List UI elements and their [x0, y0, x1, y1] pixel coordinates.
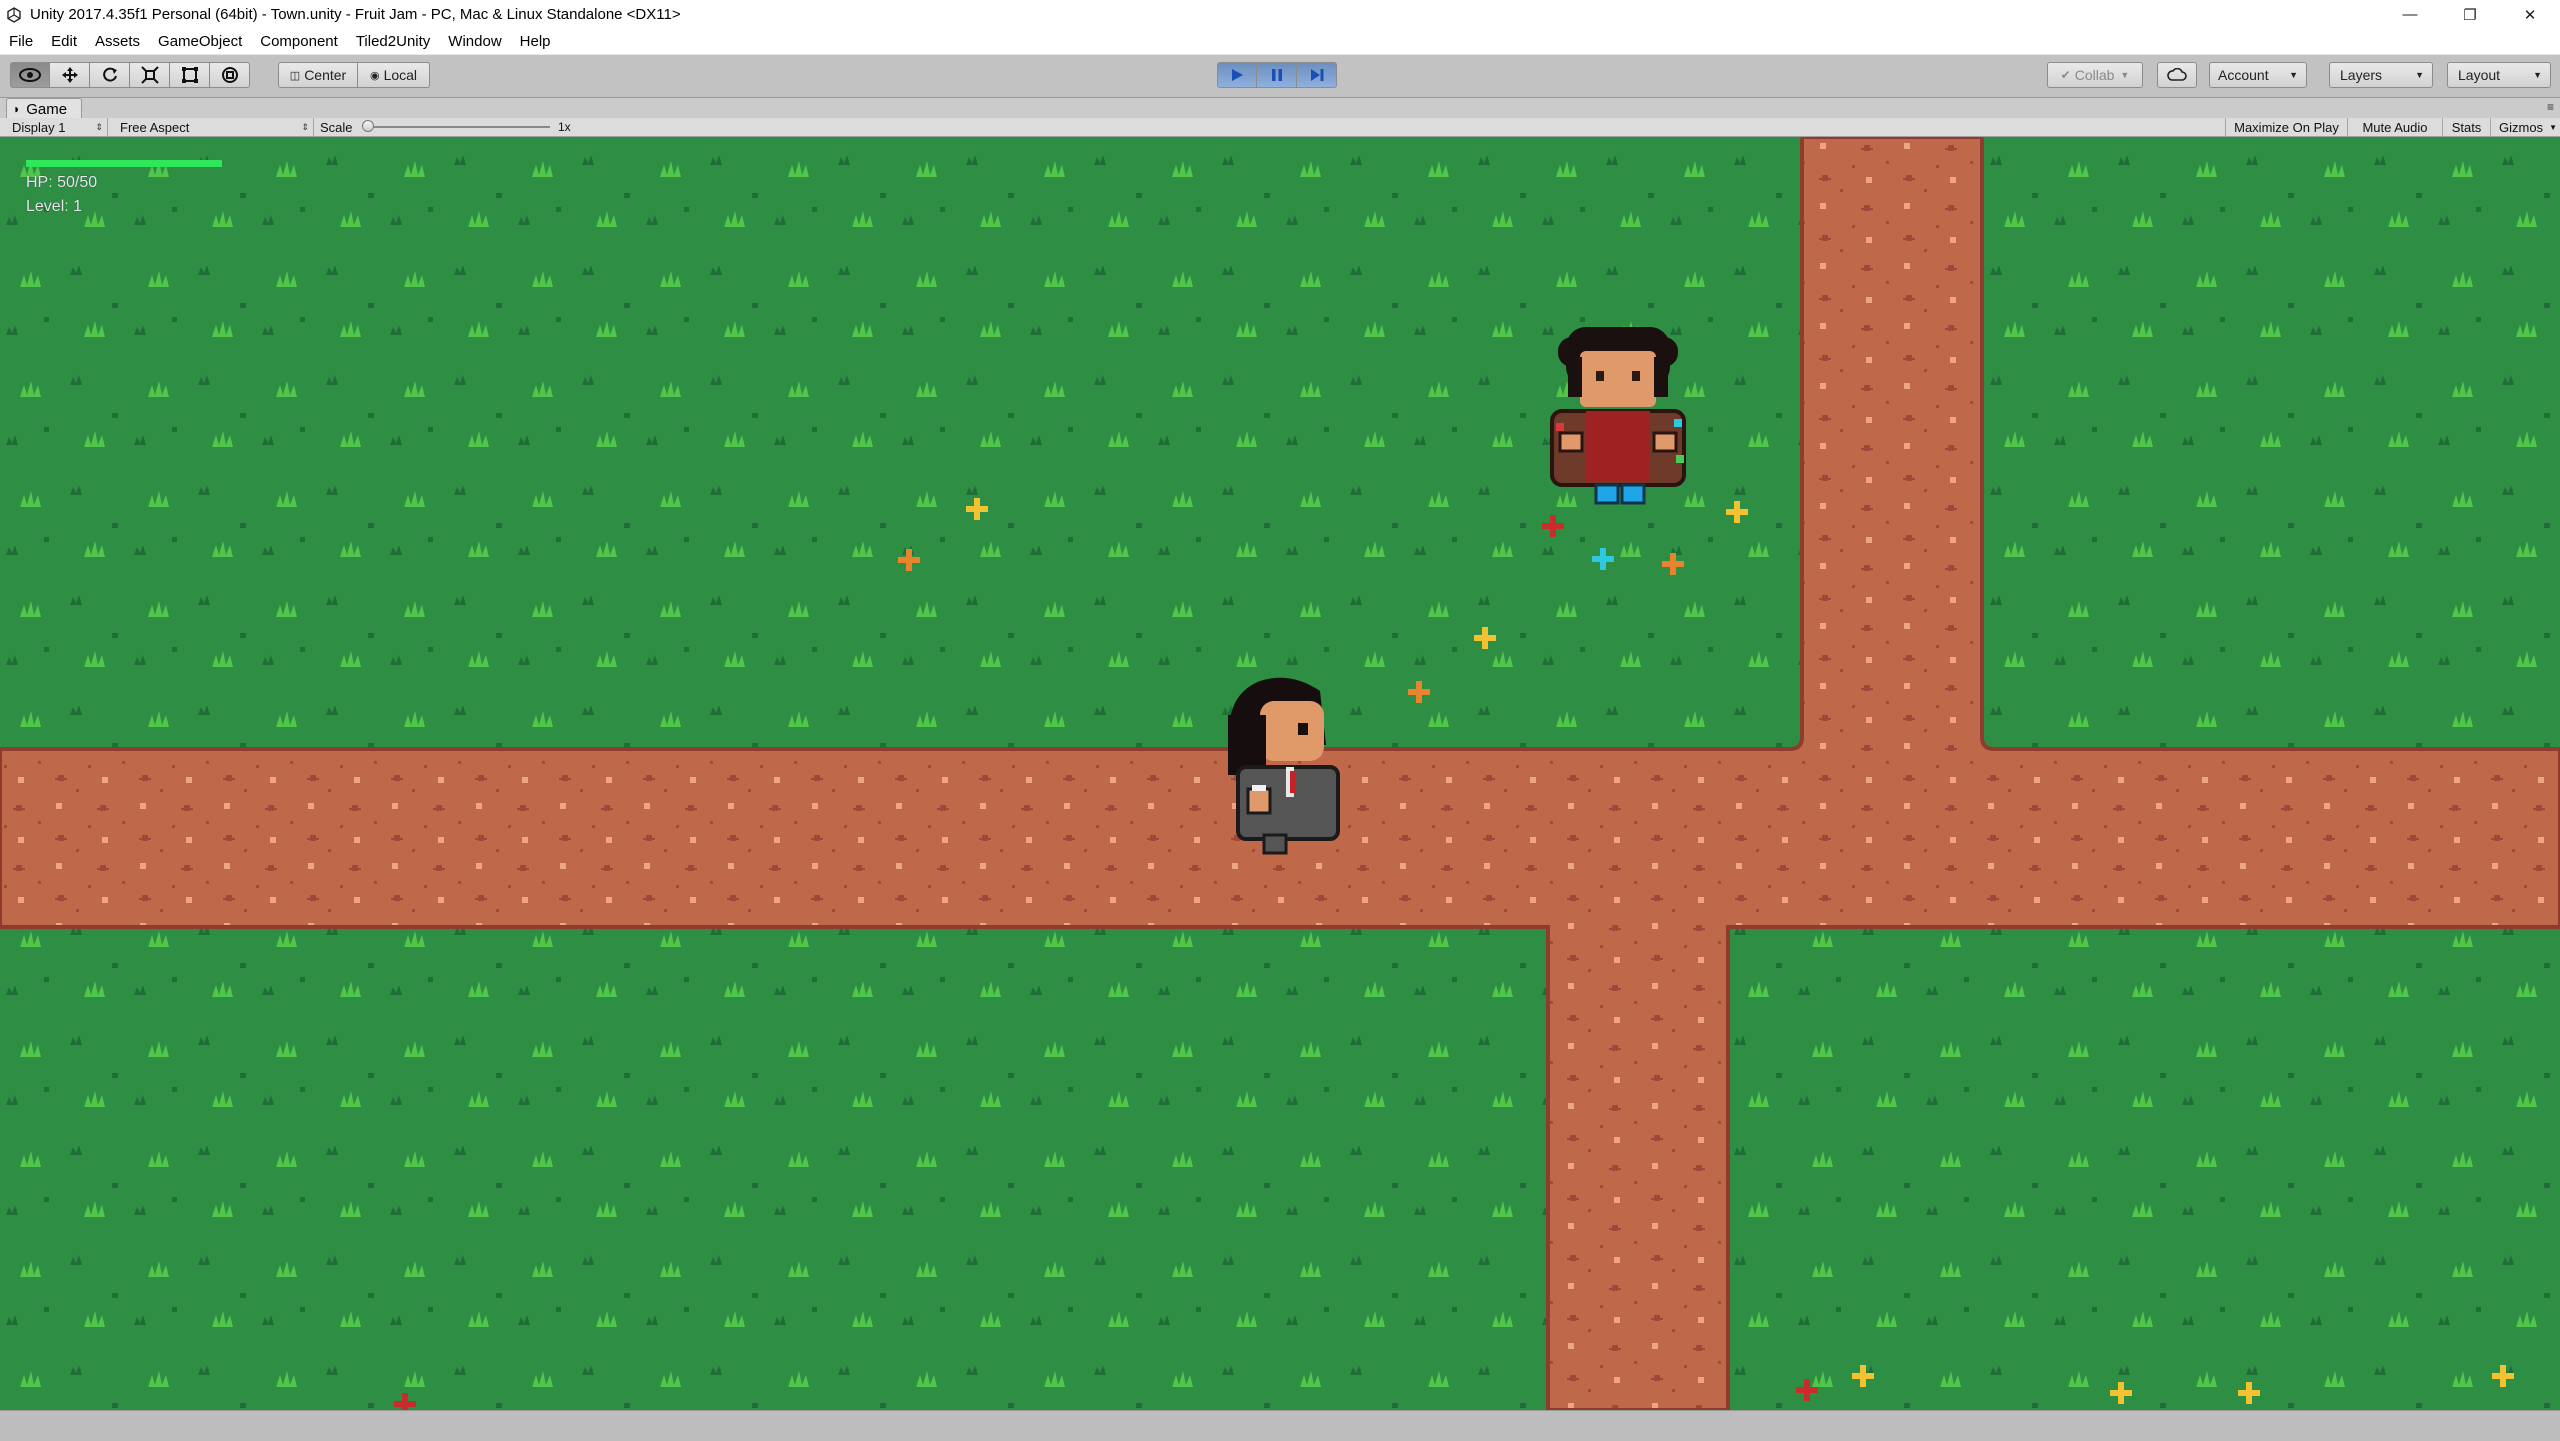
pivot-center-label: Center — [304, 67, 347, 83]
hp-bar-fill — [26, 160, 222, 167]
scale-icon — [140, 66, 159, 84]
level-text: Level: 1 — [26, 198, 83, 215]
scale-label: Scale — [320, 119, 353, 135]
menu-edit[interactable]: Edit — [42, 33, 86, 50]
cloud-button[interactable] — [2157, 62, 2197, 88]
main-toolbar: ◫ Center ◉ Local ✔ Collab ▼ Account ▼ La… — [0, 55, 2560, 98]
move-tool-button[interactable] — [50, 62, 90, 88]
panel-menu-icon[interactable]: ≡ — [2547, 100, 2554, 114]
local-globe-icon: ◉ — [369, 69, 380, 82]
display-dropdown[interactable]: Display 1 ⇕ — [0, 118, 108, 136]
close-icon[interactable]: ✕ — [2500, 0, 2560, 29]
chevron-down-icon: ▼ — [2120, 70, 2130, 80]
stats-toggle[interactable]: Stats — [2442, 118, 2490, 136]
gizmos-label: Gizmos — [2499, 119, 2544, 135]
hp-text: HP: 50/50 — [26, 174, 98, 191]
chevron-down-icon: ▼ — [2549, 122, 2557, 132]
layers-label: Layers — [2340, 67, 2383, 83]
pivot-local-label: Local — [383, 67, 418, 83]
chevron-updown-icon: ⇕ — [301, 121, 309, 132]
gizmos-dropdown[interactable]: Gizmos ▼ — [2490, 118, 2560, 136]
pause-button[interactable] — [1257, 62, 1297, 88]
menu-bar: File Edit Assets GameObject Component Ti… — [0, 29, 2560, 55]
playback-controls — [1217, 62, 1337, 88]
game-view-controls: Display 1 ⇕ Free Aspect ⇕ Scale 1x Maxim… — [0, 118, 2560, 137]
pacman-icon: ◗ — [13, 102, 21, 116]
aspect-dropdown[interactable]: Free Aspect ⇕ — [108, 118, 314, 136]
play-button[interactable] — [1217, 62, 1257, 88]
rotate-icon — [102, 67, 117, 82]
game-tab[interactable]: ◗ Game — [6, 98, 83, 119]
display-label: Display 1 — [12, 119, 66, 135]
account-label: Account — [2218, 67, 2269, 83]
game-view[interactable]: HP: 50/50 Level: 1 — [0, 137, 2560, 1410]
step-button[interactable] — [1297, 62, 1337, 88]
aspect-label: Free Aspect — [120, 119, 190, 135]
menu-gameobject[interactable]: GameObject — [149, 33, 251, 50]
mute-audio-toggle[interactable]: Mute Audio — [2347, 118, 2442, 136]
menu-tiled2unity[interactable]: Tiled2Unity — [347, 33, 439, 50]
transform-tool-icon — [221, 67, 238, 83]
pivot-toggles: ◫ Center ◉ Local — [278, 62, 430, 88]
layers-dropdown[interactable]: Layers ▼ — [2329, 62, 2433, 88]
pivot-local-button[interactable]: ◉ Local — [358, 62, 430, 88]
unity-logo-icon — [6, 6, 22, 23]
transform-tools — [10, 62, 250, 88]
menu-file[interactable]: File — [0, 33, 42, 50]
chevron-down-icon: ▼ — [2533, 70, 2542, 80]
account-group: Account ▼ — [2209, 62, 2307, 88]
chevron-down-icon: ▼ — [2289, 70, 2298, 80]
step-icon — [1310, 69, 1323, 81]
rect-tool-button[interactable] — [170, 62, 210, 88]
game-tab-label: Game — [26, 100, 68, 118]
restore-icon[interactable]: ❐ — [2440, 0, 2500, 29]
hp-bar-track — [26, 160, 222, 167]
scale-tool-button[interactable] — [130, 62, 170, 88]
menu-help[interactable]: Help — [511, 33, 560, 50]
view-eye-icon — [19, 68, 41, 82]
scale-slider-track[interactable] — [370, 126, 550, 128]
chevron-down-icon: ▼ — [2415, 70, 2424, 80]
pivot-icon: ◫ — [289, 69, 301, 82]
minimize-icon[interactable]: — — [2380, 0, 2440, 29]
pause-icon — [1271, 69, 1282, 81]
cloud-icon — [2167, 68, 2187, 81]
layout-dropdown[interactable]: Layout ▼ — [2447, 62, 2551, 88]
rect-tool-icon — [181, 67, 198, 83]
play-icon — [1232, 69, 1243, 81]
maximize-on-play-toggle[interactable]: Maximize On Play — [2225, 118, 2347, 136]
cloud-group — [2157, 62, 2197, 88]
rotate-tool-button[interactable] — [90, 62, 130, 88]
scale-value: 1x — [558, 120, 571, 134]
window-title: Unity 2017.4.35f1 Personal (64bit) - Tow… — [30, 6, 681, 23]
view-tool-button[interactable] — [10, 62, 50, 88]
game-scene — [0, 137, 2560, 1410]
transform-tool-button[interactable] — [210, 62, 250, 88]
menu-component[interactable]: Component — [251, 33, 347, 50]
npc-character — [1550, 327, 1686, 505]
menu-assets[interactable]: Assets — [86, 33, 149, 50]
collab-button[interactable]: ✔ Collab ▼ — [2047, 62, 2143, 88]
panel-tab-row: ◗ Game ≡ — [0, 98, 2560, 119]
check-icon: ✔ — [2060, 68, 2071, 82]
collab-label: Collab — [2074, 67, 2115, 83]
layout-group: Layout ▼ — [2447, 62, 2551, 88]
collab-group: ✔ Collab ▼ — [2047, 62, 2143, 88]
move-icon — [61, 67, 78, 83]
hud: HP: 50/50 Level: 1 — [26, 160, 326, 220]
chevron-updown-icon: ⇕ — [95, 121, 103, 132]
menu-window[interactable]: Window — [439, 33, 510, 50]
scale-slider-thumb[interactable] — [362, 120, 374, 132]
account-dropdown[interactable]: Account ▼ — [2209, 62, 2307, 88]
layers-group: Layers ▼ — [2329, 62, 2433, 88]
layout-label: Layout — [2458, 67, 2501, 83]
title-bar: Unity 2017.4.35f1 Personal (64bit) - Tow… — [0, 0, 2560, 29]
status-bar — [0, 1410, 2560, 1441]
pivot-center-button[interactable]: ◫ Center — [278, 62, 358, 88]
